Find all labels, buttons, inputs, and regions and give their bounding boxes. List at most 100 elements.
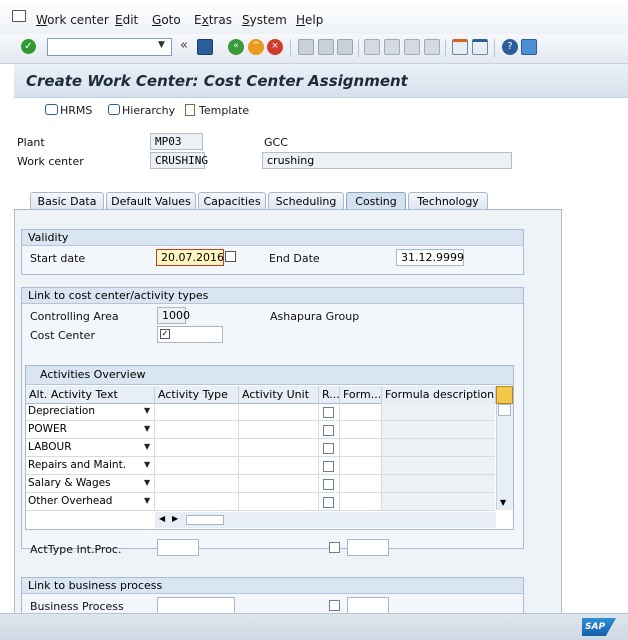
acttype-int-proc-field[interactable] <box>157 539 199 556</box>
toolbar-separator <box>358 39 359 57</box>
table-scrollbar[interactable] <box>496 404 513 510</box>
back-icon[interactable]: « <box>228 39 244 55</box>
column-header-r[interactable]: R... <box>319 386 340 404</box>
column-header-formula-description[interactable]: Formula description <box>382 386 496 404</box>
chevron-down-icon[interactable]: ▼ <box>144 442 150 451</box>
menu-extras[interactable]: Extras <box>194 13 232 27</box>
save-icon[interactable] <box>197 39 213 55</box>
help-icon[interactable]: ? <box>502 39 518 55</box>
column-header-activity-unit[interactable]: Activity Unit <box>239 386 319 404</box>
scroll-down-icon[interactable]: ▼ <box>500 498 506 507</box>
validity-title: Validity <box>22 230 523 246</box>
business-process-label: Business Process <box>30 600 124 613</box>
chevron-down-icon[interactable]: ▼ <box>144 478 150 487</box>
scroll-thumb[interactable] <box>498 404 511 416</box>
find-icon[interactable] <box>318 39 334 55</box>
toolbar-separator <box>290 39 291 57</box>
column-header-alt-activity-text[interactable]: Alt. Activity Text <box>26 386 155 404</box>
table-row-alt-text[interactable]: POWER <box>26 421 155 439</box>
controlling-area-label: Controlling Area <box>30 310 119 323</box>
acttype-checkbox[interactable] <box>329 542 340 553</box>
shortcut-icon[interactable] <box>472 39 488 55</box>
controlling-area-field[interactable]: 1000 <box>157 307 190 324</box>
row-checkbox[interactable] <box>323 425 334 436</box>
row-checkbox[interactable] <box>323 479 334 490</box>
business-process-field[interactable] <box>157 597 235 614</box>
row-checkbox[interactable] <box>323 407 334 418</box>
menu-system[interactable]: System <box>242 13 287 27</box>
cost-center-link-title: Link to cost center/activity types <box>22 288 523 304</box>
plant-field[interactable]: MP03 <box>150 133 203 150</box>
tab-technology[interactable]: Technology <box>408 192 488 210</box>
column-settings-icon[interactable] <box>496 386 513 404</box>
next-page-icon[interactable] <box>404 39 420 55</box>
hierarchy-button[interactable]: Hierarchy <box>122 104 175 117</box>
table-row-alt-text[interactable]: Repairs and Maint. <box>26 457 155 475</box>
enter-check-icon[interactable]: ✓ <box>21 39 36 54</box>
table-row-alt-text[interactable]: LABOUR <box>26 439 155 457</box>
acttype-int-proc-label: ActType Int.Proc. <box>30 543 122 556</box>
hierarchy-icon <box>108 104 120 115</box>
template-button[interactable]: Template <box>199 104 249 117</box>
template-icon <box>185 104 195 116</box>
status-bar <box>0 613 628 640</box>
cost-center-label: Cost Center <box>30 329 95 342</box>
business-process-title: Link to business process <box>22 578 523 594</box>
table-row-alt-text[interactable]: Depreciation <box>26 403 155 421</box>
collapse-icon[interactable]: « <box>180 38 188 53</box>
acttype-formula-field[interactable] <box>347 539 389 556</box>
menu-help[interactable]: Help <box>296 13 323 27</box>
plant-description: GCC <box>264 136 288 149</box>
activities-title: Activities Overview <box>26 366 513 385</box>
cancel-icon[interactable]: × <box>267 39 283 55</box>
tab-scheduling[interactable]: Scheduling <box>268 192 344 210</box>
business-process-formula-field[interactable] <box>347 597 389 614</box>
row-checkbox[interactable] <box>323 461 334 472</box>
first-page-icon[interactable] <box>364 39 380 55</box>
create-session-icon[interactable] <box>452 39 468 55</box>
chevron-down-icon[interactable]: ▼ <box>144 406 150 415</box>
tab-basic-data[interactable]: Basic Data <box>30 192 104 210</box>
toolbar-separator <box>494 39 495 57</box>
work-center-field[interactable]: CRUSHING <box>150 152 208 169</box>
row-checkbox[interactable] <box>323 497 334 508</box>
scroll-left-icon[interactable]: ◀ <box>159 514 165 523</box>
column-header-activity-type[interactable]: Activity Type <box>155 386 239 404</box>
start-date-field[interactable]: 20.07.2016 <box>156 249 224 266</box>
search-help-icon[interactable]: ✓ <box>160 329 170 339</box>
hrms-icon <box>45 104 58 115</box>
row-checkbox[interactable] <box>323 443 334 454</box>
menu-icon[interactable] <box>12 10 26 22</box>
find-next-icon[interactable] <box>337 39 353 55</box>
work-center-description[interactable]: crushing <box>262 152 512 169</box>
tab-capacities[interactable]: Capacities <box>198 192 266 210</box>
previous-page-icon[interactable] <box>384 39 400 55</box>
menu-goto[interactable]: Goto <box>152 13 181 27</box>
business-process-checkbox[interactable] <box>329 600 340 611</box>
table-body-grid <box>155 403 495 511</box>
column-header-formula[interactable]: Form... <box>340 386 382 404</box>
page-title: Create Work Center: Cost Center Assignme… <box>26 72 408 90</box>
end-date-field[interactable]: 31.12.9999 <box>396 249 464 266</box>
tab-default-values[interactable]: Default Values <box>106 192 196 210</box>
table-row-alt-text[interactable]: Salary & Wages <box>26 475 155 493</box>
last-page-icon[interactable] <box>424 39 440 55</box>
chevron-down-icon[interactable]: ▼ <box>158 40 165 50</box>
work-center-label: Work center <box>17 155 84 168</box>
command-field[interactable] <box>47 38 172 56</box>
layout-icon[interactable] <box>521 39 537 55</box>
hrms-button[interactable]: HRMS <box>60 104 92 117</box>
calendar-icon[interactable] <box>225 251 236 262</box>
exit-icon[interactable]: ^ <box>248 39 264 55</box>
start-date-label: Start date <box>30 252 86 265</box>
tab-costing[interactable]: Costing <box>346 192 406 210</box>
chevron-down-icon[interactable]: ▼ <box>144 424 150 433</box>
table-row-alt-text[interactable]: Other Overhead <box>26 493 155 511</box>
chevron-down-icon[interactable]: ▼ <box>144 496 150 505</box>
chevron-down-icon[interactable]: ▼ <box>144 460 150 469</box>
menu-edit[interactable]: Edit <box>115 13 138 27</box>
scroll-right-icon[interactable]: ▶ <box>172 514 178 523</box>
print-icon[interactable] <box>298 39 314 55</box>
menu-work-center[interactable]: Work center <box>36 13 109 27</box>
horizontal-scroll-thumb[interactable] <box>186 515 224 525</box>
